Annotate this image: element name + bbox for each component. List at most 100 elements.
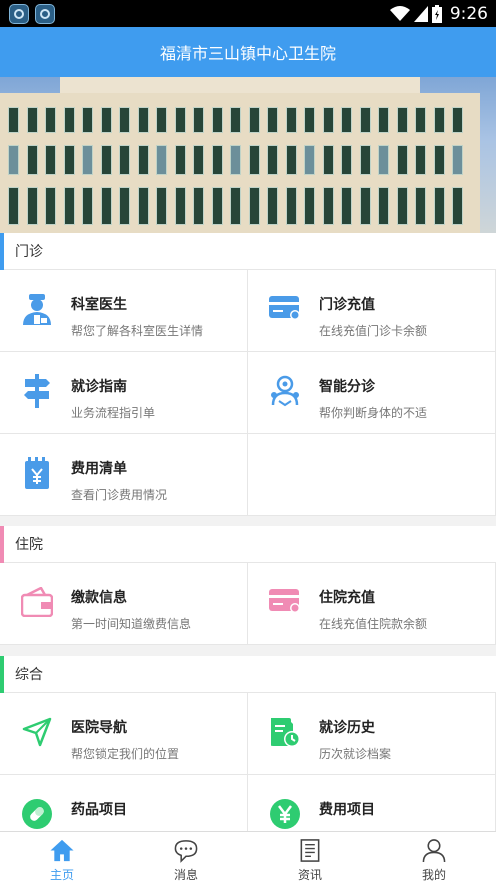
signpost-icon: [20, 374, 54, 408]
building-window: [82, 107, 93, 133]
menu-item-visit-history[interactable]: 就诊历史 历次就诊档案: [248, 693, 496, 775]
menu-item-title: 费用清单: [71, 461, 127, 477]
building-window: [452, 187, 463, 225]
card-icon: [268, 292, 302, 326]
menu-item-smart-triage[interactable]: 智能分诊 帮你判断身体的不适: [248, 352, 496, 434]
menu-item-visit-guide[interactable]: 就诊指南 业务流程指引单: [0, 352, 248, 434]
home-icon: [50, 839, 74, 862]
building-window: [433, 107, 445, 133]
building-window: [137, 107, 149, 133]
menu-item-subtitle: 帮你判断身体的不适: [319, 406, 428, 420]
section-title: 住院: [15, 537, 43, 553]
building-window: [8, 145, 19, 175]
menu-item-subtitle: 第一时间知道缴费信息: [71, 617, 192, 631]
app-title-bar: 福清市三山镇中心卫生院: [0, 27, 496, 77]
menu-item-title: 医院导航: [71, 720, 127, 736]
section-header-general: 综合: [0, 655, 496, 693]
building-window: [285, 107, 297, 133]
building-window: [63, 145, 75, 175]
building-window: [82, 187, 93, 225]
section-title: 综合: [15, 667, 43, 683]
building-window: [137, 145, 149, 175]
building-window: [45, 145, 56, 175]
building-window: [26, 145, 38, 175]
building-window: [211, 107, 223, 133]
building-window: [378, 145, 389, 175]
building-window: [359, 145, 371, 175]
building-window: [415, 187, 426, 225]
status-bar: 9:26: [0, 0, 496, 27]
menu-item-outpatient-recharge[interactable]: 门诊充值 在线充值门诊卡余额: [248, 270, 496, 352]
receipt-icon: [20, 456, 54, 490]
menu-item-hospital-navigation[interactable]: 医院导航 帮您锁定我们的位置: [0, 693, 248, 775]
tab-home[interactable]: 主页: [0, 832, 124, 883]
building-window: [119, 145, 130, 175]
menu-item-title: 智能分诊: [319, 379, 375, 395]
building-window: [8, 107, 19, 133]
building-window: [174, 107, 186, 133]
menu-item-drug-items[interactable]: 药品项目: [0, 775, 248, 831]
building-window: [211, 187, 223, 225]
building-window: [174, 187, 186, 225]
building-window: [378, 107, 389, 133]
building-window: [378, 187, 389, 225]
page-title: 福清市三山镇中心卫生院: [159, 44, 336, 63]
navigation-icon: [20, 715, 54, 749]
tab-label: 我的: [421, 868, 446, 882]
building-window: [304, 145, 315, 175]
section-divider: [0, 645, 496, 653]
building-window: [322, 187, 334, 225]
menu-item-fee-list[interactable]: 费用清单 查看门诊费用情况: [0, 434, 248, 516]
building-window: [396, 107, 408, 133]
building-window: [100, 107, 112, 133]
tab-news[interactable]: 资讯: [248, 832, 372, 883]
menu-item-subtitle: 帮您了解各科室医生详情: [71, 324, 204, 338]
building-window: [433, 187, 445, 225]
general-grid: 医院导航 帮您锁定我们的位置 就诊历史 历次就诊档案 药品项目 费用项目: [0, 693, 496, 831]
tab-messages[interactable]: 消息: [124, 832, 248, 883]
building-window: [82, 145, 93, 175]
menu-item-title: 费用项目: [319, 802, 375, 818]
menu-item-title: 门诊充值: [319, 297, 375, 313]
building-window: [156, 107, 167, 133]
tab-mine[interactable]: 我的: [372, 832, 496, 883]
building-window: [119, 187, 130, 225]
building-window: [248, 145, 260, 175]
menu-item-payment-info[interactable]: 缴款信息 第一时间知道缴费信息: [0, 563, 248, 645]
building-window: [452, 107, 463, 133]
building-window: [174, 145, 186, 175]
building-window: [433, 145, 445, 175]
section-divider: [0, 516, 496, 524]
status-time: 9:26: [449, 3, 488, 24]
building-window: [156, 145, 167, 175]
wallet-icon: [20, 585, 54, 619]
building-window: [45, 187, 56, 225]
building-window: [322, 145, 334, 175]
menu-item-fee-items[interactable]: 费用项目: [248, 775, 496, 831]
menu-item-subtitle: 历次就诊档案: [319, 747, 392, 761]
building-window: [267, 107, 278, 133]
user-icon: [422, 839, 446, 863]
menu-item-title: 科室医生: [71, 297, 127, 313]
body-icon: [268, 374, 302, 408]
building-window: [267, 187, 278, 225]
building-window: [359, 187, 371, 225]
building-window: [193, 107, 204, 133]
building-window: [415, 107, 426, 133]
menu-item-department-doctors[interactable]: 科室医生 帮您了解各科室医生详情: [0, 270, 248, 352]
building-window: [396, 145, 408, 175]
tab-label: 消息: [173, 868, 198, 882]
empty-cell: [248, 434, 496, 516]
wifi-icon: [389, 5, 410, 21]
tab-label: 资讯: [297, 868, 322, 882]
building-window: [8, 187, 19, 225]
menu-item-inpatient-recharge[interactable]: 住院充值 在线充值住院款余额: [248, 563, 496, 645]
building-window: [45, 107, 56, 133]
building-window: [285, 187, 297, 225]
building-window: [415, 145, 426, 175]
menu-item-title: 就诊指南: [71, 379, 127, 395]
building-window: [119, 107, 130, 133]
chat-icon: [174, 840, 198, 863]
inpatient-grid: 缴款信息 第一时间知道缴费信息 住院充值 在线充值住院款余额: [0, 563, 496, 645]
section-title: 门诊: [15, 244, 43, 260]
